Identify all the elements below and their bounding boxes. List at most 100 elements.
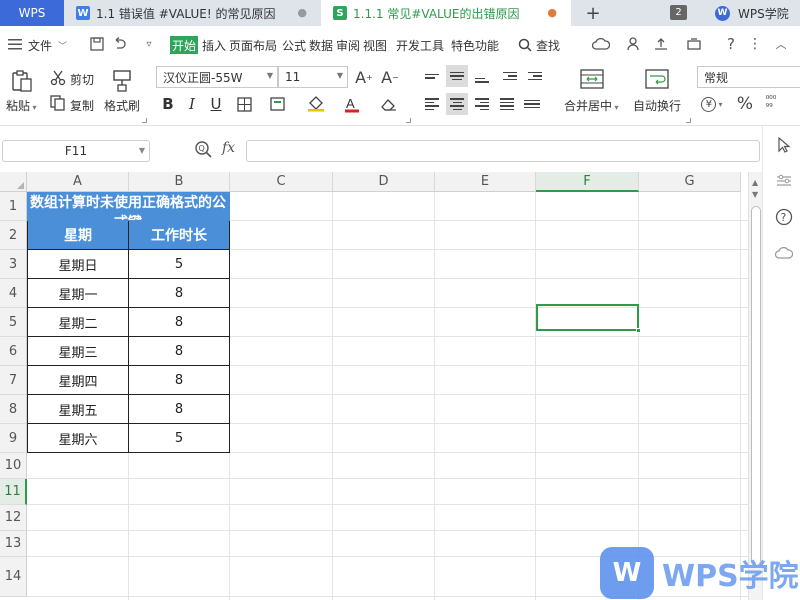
work-hours-cell[interactable]: 8 — [129, 279, 230, 308]
menu-tab-formulas[interactable]: 公式 — [282, 36, 306, 54]
quick-access-dropdown-icon[interactable]: ▿ — [140, 35, 158, 53]
new-tab-button[interactable]: + — [580, 1, 606, 25]
cut-button[interactable]: 剪切 — [70, 71, 94, 88]
row-header-3[interactable]: 3 — [0, 250, 27, 279]
weekday-cell[interactable]: 星期六 — [27, 424, 129, 453]
row-header-9[interactable]: 9 — [0, 424, 27, 453]
column-header-g[interactable]: G — [639, 172, 741, 192]
weekday-cell[interactable]: 星期一 — [27, 279, 129, 308]
row-header-10[interactable]: 10 — [0, 453, 27, 479]
scroll-down-arrow-icon[interactable]: ▼ — [752, 190, 758, 199]
undo-redo-icon[interactable] — [112, 35, 130, 53]
work-hours-cell[interactable]: 8 — [129, 337, 230, 366]
clipboard-group-launcher-icon[interactable] — [142, 118, 147, 123]
row-header-2[interactable]: 2 — [0, 221, 27, 250]
italic-button[interactable]: I — [182, 93, 202, 115]
wrap-text-button[interactable]: 自动换行 — [633, 97, 681, 114]
help-circle-icon[interactable]: ? — [775, 208, 793, 226]
row-header-8[interactable]: 8 — [0, 395, 27, 424]
align-bottom-button[interactable] — [471, 65, 493, 87]
font-size-select[interactable]: 11 ▼ — [278, 66, 348, 88]
fill-handle[interactable] — [636, 328, 641, 333]
thousands-separator-button[interactable]: ⁰⁰⁰ ⁹⁹ — [760, 93, 782, 115]
menu-tab-review[interactable]: 审阅 — [336, 36, 360, 54]
number-format-select[interactable]: 常规 — [697, 66, 800, 88]
underline-button[interactable]: U — [206, 93, 226, 115]
scroll-up-arrow-icon[interactable]: ▲ — [752, 178, 758, 187]
vertical-scrollbar[interactable]: ▲ ▼ — [748, 172, 762, 600]
cursor-select-icon[interactable] — [775, 136, 793, 154]
row-header-11[interactable]: 11 — [0, 479, 27, 505]
align-left-button[interactable] — [421, 93, 443, 115]
align-top-button[interactable] — [421, 65, 443, 87]
column-header-f[interactable]: F — [536, 172, 639, 192]
format-painter-button[interactable]: 格式刷 — [104, 97, 140, 114]
work-hours-cell[interactable]: 8 — [129, 366, 230, 395]
increase-indent-button[interactable] — [524, 65, 546, 87]
toolbox-icon[interactable] — [686, 35, 704, 53]
menu-tab-insert[interactable]: 插入 — [202, 36, 226, 54]
work-hours-cell[interactable]: 5 — [129, 250, 230, 279]
row-header-4[interactable]: 4 — [0, 279, 27, 308]
row-header-14[interactable]: 14 — [0, 557, 27, 597]
tab-close-dot-icon[interactable]: ● — [297, 6, 307, 19]
font-group-launcher-icon[interactable] — [406, 118, 411, 123]
column-header-c[interactable]: C — [230, 172, 333, 192]
weekday-cell[interactable]: 星期三 — [27, 337, 129, 366]
select-all-corner[interactable] — [0, 172, 27, 192]
formula-input[interactable] — [246, 140, 760, 162]
backup-cloud-icon[interactable] — [775, 244, 793, 262]
work-hours-cell[interactable]: 8 — [129, 308, 230, 337]
column-header-e[interactable]: E — [435, 172, 536, 192]
row-header-7[interactable]: 7 — [0, 366, 27, 395]
align-right-button[interactable] — [471, 93, 493, 115]
hamburger-menu-icon[interactable] — [6, 35, 24, 53]
cloud-sync-icon[interactable] — [592, 35, 610, 53]
tab-document-2[interactable]: S 1.1.1 常见#VALUE的出错原因 ● — [321, 0, 571, 26]
spreadsheet-grid[interactable]: ABCDEFG 1 2 3 4 5 6 7 8 9 10 11 12 13 14 数组计算时未使用正确格式… — [0, 172, 748, 600]
file-menu[interactable]: 文件 ﹀ — [28, 36, 67, 54]
work-hours-cell[interactable]: 8 — [129, 395, 230, 424]
weekday-cell[interactable]: 星期日 — [27, 250, 129, 279]
clear-format-button[interactable] — [378, 93, 398, 115]
zoom-formula-icon[interactable]: Q — [194, 140, 214, 160]
merge-center-button[interactable]: 合并居中 ▾ — [564, 97, 619, 114]
weekday-cell[interactable]: 星期二 — [27, 308, 129, 337]
more-options-icon[interactable]: ⋮ — [746, 35, 764, 53]
table-header-cell[interactable]: 星期 — [27, 221, 129, 250]
currency-format-button[interactable]: ¥ ▾ — [700, 93, 724, 115]
column-header-d[interactable]: D — [333, 172, 435, 192]
cell-style-button[interactable] — [268, 93, 288, 115]
bold-button[interactable]: B — [158, 93, 178, 115]
save-icon[interactable] — [88, 35, 106, 53]
copy-button[interactable]: 复制 — [70, 97, 94, 114]
vertical-scroll-thumb[interactable] — [751, 206, 761, 566]
paste-button[interactable]: 粘贴 ▾ — [6, 97, 37, 114]
alignment-group-launcher-icon[interactable] — [686, 118, 691, 123]
help-icon[interactable]: ? — [722, 35, 740, 53]
align-middle-button[interactable] — [446, 65, 468, 87]
property-settings-icon[interactable] — [775, 172, 793, 190]
row-header-13[interactable]: 13 — [0, 531, 27, 557]
percent-format-button[interactable]: % — [734, 93, 756, 115]
menu-tab-page-layout[interactable]: 页面布局 — [229, 36, 277, 54]
tab-wps-home[interactable]: WPS — [0, 0, 64, 26]
menu-tab-special[interactable]: 特色功能 — [451, 36, 499, 54]
decrease-font-size-icon[interactable]: A − — [380, 67, 400, 87]
row-header-5[interactable]: 5 — [0, 308, 27, 337]
table-header-cell[interactable]: 工作时长 — [129, 221, 230, 250]
borders-button[interactable] — [234, 93, 254, 115]
active-cell-selection[interactable] — [536, 304, 641, 333]
menu-tab-view[interactable]: 视图 — [363, 36, 387, 54]
window-count-badge[interactable]: 2 — [670, 5, 687, 20]
font-color-button[interactable]: A — [342, 93, 362, 115]
weekday-cell[interactable]: 星期四 — [27, 366, 129, 395]
wps-academy-link[interactable]: W WPS学院 — [715, 0, 789, 26]
fill-color-button[interactable] — [306, 93, 326, 115]
insert-function-button[interactable]: fx — [222, 140, 235, 156]
menu-tab-data[interactable]: 数据 — [309, 36, 333, 54]
row-header-6[interactable]: 6 — [0, 337, 27, 366]
search-command[interactable]: 查找 — [518, 36, 560, 54]
tab-document-1[interactable]: W 1.1 错误值 #VALUE! 的常见原因 ● — [64, 0, 321, 26]
font-name-select[interactable]: 汉仪正圆-55W ▼ — [156, 66, 278, 88]
